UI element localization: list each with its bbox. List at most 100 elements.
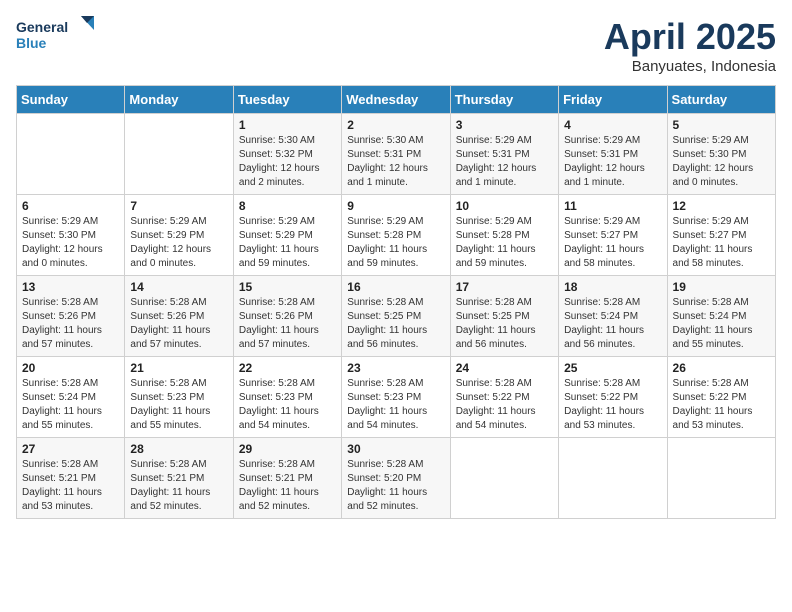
day-number: 8 [239,199,336,213]
month-title: April 2025 [604,16,776,58]
week-row-2: 6Sunrise: 5:29 AM Sunset: 5:30 PM Daylig… [17,195,776,276]
day-number: 28 [130,442,227,456]
cell-content: Sunrise: 5:28 AM Sunset: 5:26 PM Dayligh… [130,296,227,352]
cell-content: Sunrise: 5:29 AM Sunset: 5:27 PM Dayligh… [673,215,770,271]
calendar-cell [17,114,125,195]
calendar-cell: 6Sunrise: 5:29 AM Sunset: 5:30 PM Daylig… [17,195,125,276]
calendar-cell [450,438,558,519]
day-number: 11 [564,199,661,213]
cell-content: Sunrise: 5:28 AM Sunset: 5:23 PM Dayligh… [239,377,336,433]
day-number: 7 [130,199,227,213]
day-number: 15 [239,280,336,294]
day-number: 29 [239,442,336,456]
day-number: 21 [130,361,227,375]
calendar-cell: 3 Sunrise: 5:29 AM Sunset: 5:31 PM Daylig… [450,114,558,195]
location: Banyuates, Indonesia [604,58,776,75]
cell-content: Sunrise: 5:28 AM Sunset: 5:24 PM Dayligh… [564,296,661,352]
calendar-cell: 20 Sunrise: 5:28 AM Sunset: 5:24 PM Dayli… [17,357,125,438]
svg-text:Blue: Blue [16,35,47,51]
day-header-friday: Friday [559,86,667,114]
cell-content: Sunrise: 5:29 AM Sunset: 5:31 PM Dayligh… [456,134,553,190]
day-number: 17 [456,280,553,294]
calendar-cell [559,438,667,519]
day-number: 3 [456,118,553,132]
day-number: 13 [22,280,119,294]
calendar-cell: 9Sunrise: 5:29 AM Sunset: 5:28 PM Daylig… [342,195,450,276]
day-number: 16 [347,280,444,294]
calendar-cell: 14 Sunrise: 5:28 AM Sunset: 5:26 PM Dayli… [125,276,233,357]
week-row-4: 20 Sunrise: 5:28 AM Sunset: 5:24 PM Dayli… [17,357,776,438]
day-header-saturday: Saturday [667,86,775,114]
cell-content: Sunrise: 5:28 AM Sunset: 5:26 PM Dayligh… [239,296,336,352]
cell-content: Sunrise: 5:28 AM Sunset: 5:23 PM Dayligh… [130,377,227,433]
calendar-cell: 21 Sunrise: 5:28 AM Sunset: 5:23 PM Dayli… [125,357,233,438]
logo: General Blue [16,16,96,61]
calendar-cell [125,114,233,195]
calendar-cell: 30 Sunrise: 5:28 AM Sunset: 5:20 PM Dayli… [342,438,450,519]
calendar-cell: 17 Sunrise: 5:28 AM Sunset: 5:25 PM Dayli… [450,276,558,357]
calendar-cell: 28 Sunrise: 5:28 AM Sunset: 5:21 PM Dayli… [125,438,233,519]
cell-content: Sunrise: 5:28 AM Sunset: 5:21 PM Dayligh… [239,458,336,514]
day-number: 14 [130,280,227,294]
calendar-header: SundayMondayTuesdayWednesdayThursdayFrid… [17,86,776,114]
calendar-cell: 16Sunrise: 5:28 AM Sunset: 5:25 PM Dayli… [342,276,450,357]
calendar-cell: 18 Sunrise: 5:28 AM Sunset: 5:24 PM Dayli… [559,276,667,357]
day-number: 19 [673,280,770,294]
cell-content: Sunrise: 5:29 AM Sunset: 5:30 PM Dayligh… [673,134,770,190]
cell-content: Sunrise: 5:28 AM Sunset: 5:22 PM Dayligh… [564,377,661,433]
day-header-tuesday: Tuesday [233,86,341,114]
day-number: 26 [673,361,770,375]
calendar-cell: 15 Sunrise: 5:28 AM Sunset: 5:26 PM Dayli… [233,276,341,357]
day-number: 18 [564,280,661,294]
week-row-1: 1Sunrise: 5:30 AM Sunset: 5:32 PM Daylig… [17,114,776,195]
calendar-cell [667,438,775,519]
calendar-cell: 4Sunrise: 5:29 AM Sunset: 5:31 PM Daylig… [559,114,667,195]
day-number: 2 [347,118,444,132]
day-number: 10 [456,199,553,213]
cell-content: Sunrise: 5:28 AM Sunset: 5:24 PM Dayligh… [22,377,119,433]
day-number: 4 [564,118,661,132]
calendar-cell: 2 Sunrise: 5:30 AM Sunset: 5:31 PM Daylig… [342,114,450,195]
cell-content: Sunrise: 5:29 AM Sunset: 5:27 PM Dayligh… [564,215,661,271]
cell-content: Sunrise: 5:28 AM Sunset: 5:24 PM Dayligh… [673,296,770,352]
cell-content: Sunrise: 5:28 AM Sunset: 5:23 PM Dayligh… [347,377,444,433]
calendar-cell: 26Sunrise: 5:28 AM Sunset: 5:22 PM Dayli… [667,357,775,438]
day-header-sunday: Sunday [17,86,125,114]
calendar-cell: 22Sunrise: 5:28 AM Sunset: 5:23 PM Dayli… [233,357,341,438]
cell-content: Sunrise: 5:28 AM Sunset: 5:20 PM Dayligh… [347,458,444,514]
day-header-monday: Monday [125,86,233,114]
day-number: 6 [22,199,119,213]
calendar-cell: 10 Sunrise: 5:29 AM Sunset: 5:28 PM Dayli… [450,195,558,276]
calendar-cell: 12Sunrise: 5:29 AM Sunset: 5:27 PM Dayli… [667,195,775,276]
week-row-5: 27Sunrise: 5:28 AM Sunset: 5:21 PM Dayli… [17,438,776,519]
calendar-cell: 24Sunrise: 5:28 AM Sunset: 5:22 PM Dayli… [450,357,558,438]
day-number: 25 [564,361,661,375]
day-number: 20 [22,361,119,375]
day-number: 24 [456,361,553,375]
cell-content: Sunrise: 5:28 AM Sunset: 5:25 PM Dayligh… [456,296,553,352]
cell-content: Sunrise: 5:29 AM Sunset: 5:29 PM Dayligh… [239,215,336,271]
calendar-cell: 27Sunrise: 5:28 AM Sunset: 5:21 PM Dayli… [17,438,125,519]
calendar-cell: 1Sunrise: 5:30 AM Sunset: 5:32 PM Daylig… [233,114,341,195]
cell-content: Sunrise: 5:30 AM Sunset: 5:31 PM Dayligh… [347,134,444,190]
calendar-cell: 29 Sunrise: 5:28 AM Sunset: 5:21 PM Dayli… [233,438,341,519]
day-number: 9 [347,199,444,213]
cell-content: Sunrise: 5:28 AM Sunset: 5:21 PM Dayligh… [130,458,227,514]
cell-content: Sunrise: 5:28 AM Sunset: 5:26 PM Dayligh… [22,296,119,352]
cell-content: Sunrise: 5:29 AM Sunset: 5:28 PM Dayligh… [456,215,553,271]
calendar-cell: 23Sunrise: 5:28 AM Sunset: 5:23 PM Dayli… [342,357,450,438]
calendar-cell: 8 Sunrise: 5:29 AM Sunset: 5:29 PM Daylig… [233,195,341,276]
calendar-cell: 25 Sunrise: 5:28 AM Sunset: 5:22 PM Dayli… [559,357,667,438]
svg-text:General: General [16,19,68,35]
day-header-thursday: Thursday [450,86,558,114]
calendar-table: SundayMondayTuesdayWednesdayThursdayFrid… [16,85,776,519]
day-number: 5 [673,118,770,132]
calendar-cell: 5 Sunrise: 5:29 AM Sunset: 5:30 PM Daylig… [667,114,775,195]
day-header-wednesday: Wednesday [342,86,450,114]
calendar-cell: 11 Sunrise: 5:29 AM Sunset: 5:27 PM Dayli… [559,195,667,276]
cell-content: Sunrise: 5:29 AM Sunset: 5:29 PM Dayligh… [130,215,227,271]
title-area: April 2025 Banyuates, Indonesia [604,16,776,75]
day-number: 30 [347,442,444,456]
calendar-cell: 13 Sunrise: 5:28 AM Sunset: 5:26 PM Dayli… [17,276,125,357]
cell-content: Sunrise: 5:28 AM Sunset: 5:21 PM Dayligh… [22,458,119,514]
